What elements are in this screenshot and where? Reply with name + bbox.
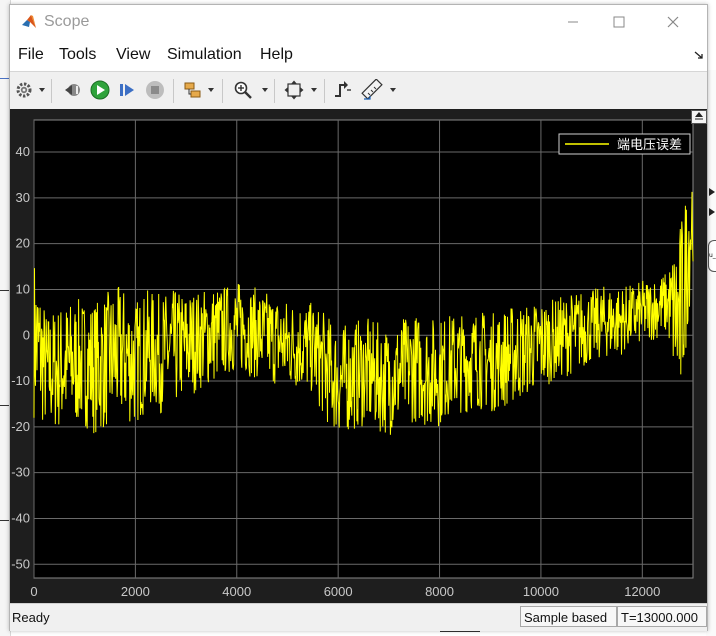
status-bar: Ready Sample based T=13000.000 [10, 603, 707, 631]
step-back-icon [65, 84, 80, 96]
step-back-button[interactable] [62, 79, 84, 101]
toolbar-separator [51, 79, 52, 103]
block-highlight-icon [184, 82, 201, 98]
close-icon [667, 16, 679, 28]
scope-plot[interactable]: 0 2000 4000 6000 8000 10000 12000 -50 -40 -30 -20 -… [10, 109, 707, 603]
zoom-in-icon [234, 81, 252, 99]
background-block: u_ [708, 240, 716, 272]
toolbar [10, 71, 707, 111]
step-forward-button[interactable] [116, 79, 138, 101]
y-tick-label: -40 [11, 510, 30, 525]
x-tick-label: 2000 [121, 584, 150, 599]
y-tick-label: -10 [11, 373, 30, 388]
toolbar-separator [173, 79, 174, 103]
legend-label: 端电压误差 [617, 138, 682, 153]
cursor-measure-icon [361, 79, 383, 100]
scope-display: 0 2000 4000 6000 8000 10000 12000 -50 -40 -30 -20 -… [10, 109, 707, 603]
gear-icon [16, 82, 32, 98]
autoscale-icon [284, 80, 304, 100]
autoscale-dropdown-icon[interactable] [311, 88, 317, 92]
sample-mode-indicator: Sample based [520, 606, 617, 627]
simulation-time: T=13000.000 [617, 606, 707, 627]
zoom-dropdown-icon[interactable] [262, 88, 268, 92]
toolbar-separator [274, 79, 275, 103]
y-tick-label: -50 [11, 556, 30, 571]
autoscale-button[interactable] [283, 79, 305, 101]
maximize-icon [613, 16, 625, 28]
menu-file[interactable]: File [18, 46, 44, 64]
maximize-button[interactable] [596, 5, 642, 39]
x-tick-label: 8000 [425, 584, 454, 599]
menu-view[interactable]: View [116, 46, 150, 64]
settings-button[interactable] [13, 79, 35, 101]
background-arrow-icon [709, 188, 715, 196]
window-title: Scope [44, 13, 90, 30]
x-tick-label: 4000 [222, 584, 251, 599]
menu-help[interactable]: Help [260, 46, 293, 64]
menu-simulation[interactable]: Simulation [167, 46, 242, 64]
y-tick-label: -20 [11, 419, 30, 434]
y-tick-label: 30 [16, 190, 30, 205]
cursor-measurements-button[interactable] [361, 79, 383, 101]
undock-axes-button[interactable] [691, 110, 707, 124]
y-tick-label: -30 [11, 465, 30, 480]
measurements-dropdown-icon[interactable] [390, 88, 396, 92]
menu-tools[interactable]: Tools [59, 46, 96, 64]
minimize-icon [568, 21, 578, 23]
stop-icon [146, 81, 164, 99]
title-bar: Scope [10, 5, 707, 39]
y-tick-label: 0 [23, 327, 30, 342]
run-button[interactable] [89, 79, 111, 101]
x-tick-label: 12000 [624, 584, 660, 599]
status-ready: Ready [12, 610, 50, 625]
menu-bar: File Tools View Simulation Help [10, 39, 707, 71]
run-icon [90, 80, 110, 100]
highlight-dropdown-icon[interactable] [208, 88, 214, 92]
y-tick-label: 40 [16, 144, 30, 159]
y-tick-label: 10 [16, 281, 30, 296]
minimize-button[interactable] [550, 5, 596, 39]
close-button[interactable] [650, 5, 696, 39]
undock-arrow-icon[interactable] [694, 50, 704, 60]
scope-window: Scope File Tools View Simulation Help 0 … [9, 4, 708, 631]
stop-button[interactable] [144, 79, 166, 101]
settings-dropdown-icon[interactable] [39, 88, 45, 92]
step-forward-icon [120, 84, 134, 96]
background-arrow-icon [709, 208, 715, 216]
matlab-icon [20, 13, 38, 31]
trigger-icon [335, 81, 351, 97]
highlight-block-button[interactable] [182, 79, 204, 101]
x-tick-label: 6000 [324, 584, 353, 599]
triggers-button[interactable] [332, 79, 354, 101]
toolbar-separator [222, 79, 223, 103]
toolbar-separator [324, 79, 325, 103]
x-tick-label: 10000 [523, 584, 559, 599]
zoom-button[interactable] [232, 79, 254, 101]
expand-icon [695, 112, 703, 120]
x-tick-label: 0 [30, 584, 37, 599]
y-tick-label: 20 [16, 236, 30, 251]
